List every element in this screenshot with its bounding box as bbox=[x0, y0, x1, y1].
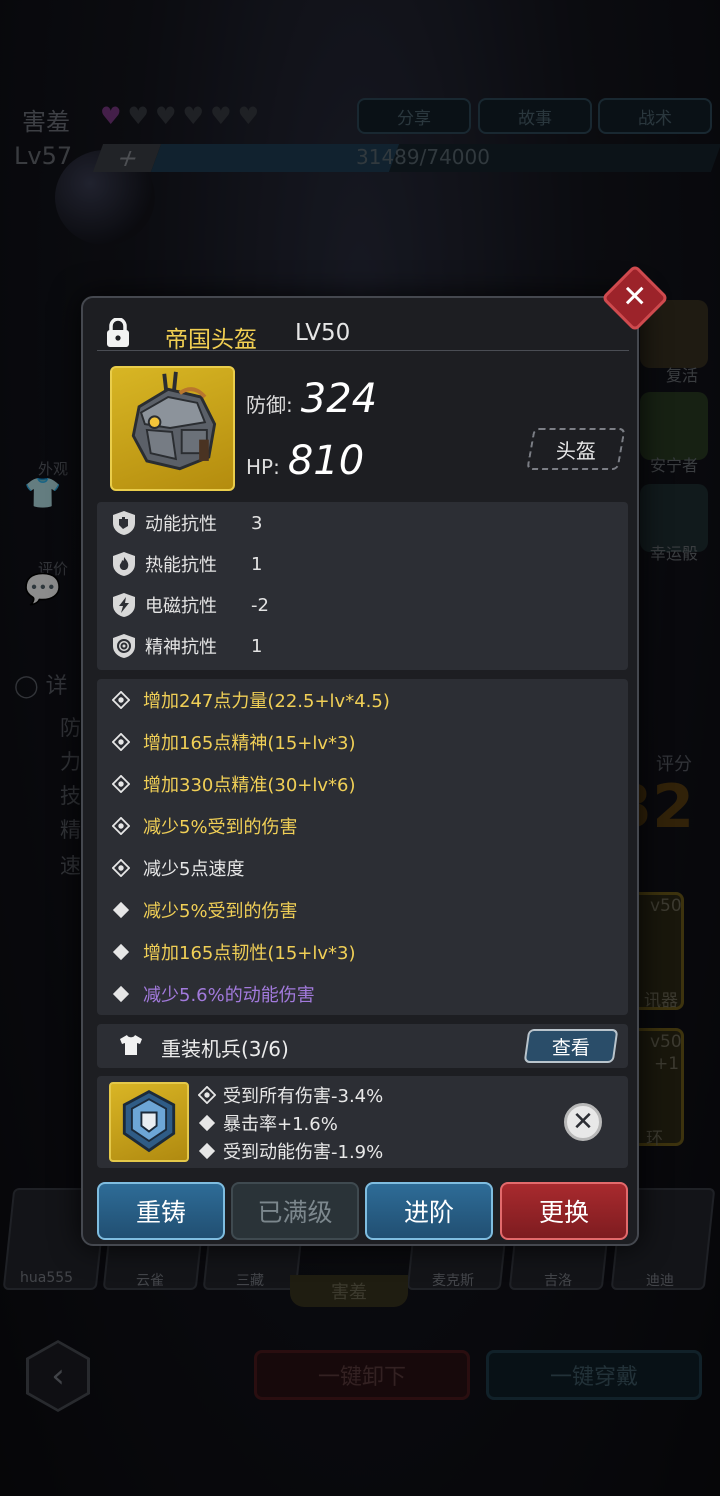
attribute-row: 增加165点韧性(15+lv*3) bbox=[111, 939, 356, 965]
attribute-row: 减少5%受到的伤害 bbox=[111, 897, 298, 923]
lightning-shield-icon bbox=[113, 593, 135, 617]
resistance-label: 动能抗性 bbox=[145, 514, 217, 535]
diamond-link-icon bbox=[111, 690, 131, 710]
attribute-text: 减少5点速度 bbox=[143, 859, 245, 880]
divider bbox=[97, 350, 629, 351]
shirt-icon bbox=[120, 1035, 142, 1055]
attribute-text: 增加330点精准(30+lv*6) bbox=[143, 775, 356, 796]
diamond-link-icon bbox=[111, 774, 131, 794]
gem-effect-text: 暴击率+1.6% bbox=[223, 1114, 338, 1135]
equipment-set-bar: 重装机兵(3/6) 查看 bbox=[97, 1024, 628, 1068]
resistance-label: 电磁抗性 bbox=[145, 596, 217, 617]
attribute-text: 增加165点精神(15+lv*3) bbox=[143, 733, 356, 754]
gem-effect-row: 暴击率+1.6% bbox=[197, 1110, 338, 1136]
gem-effect-text: 受到动能伤害-1.9% bbox=[223, 1142, 384, 1163]
resistance-label: 精神抗性 bbox=[145, 637, 217, 658]
resistance-value: 3 bbox=[251, 512, 263, 534]
hp-label: HP: bbox=[246, 455, 280, 479]
attribute-row: 增加165点精神(15+lv*3) bbox=[111, 729, 356, 755]
attribute-text: 增加165点韧性(15+lv*3) bbox=[143, 943, 356, 964]
item-name: 帝国头盔 bbox=[165, 327, 257, 353]
attribute-row: 增加247点力量(22.5+lv*4.5) bbox=[111, 687, 390, 713]
diamond-icon bbox=[197, 1141, 217, 1161]
diamond-icon bbox=[111, 984, 131, 1004]
max-level-button: 已满级 bbox=[231, 1182, 359, 1240]
fist-shield-icon bbox=[113, 511, 135, 535]
chip-gem-image[interactable] bbox=[109, 1082, 189, 1162]
view-set-label: 查看 bbox=[551, 1036, 590, 1059]
gem-effect-text: 受到所有伤害-3.4% bbox=[223, 1086, 384, 1107]
diamond-icon bbox=[111, 942, 131, 962]
hp-value: 810 bbox=[287, 438, 365, 484]
helmet-image bbox=[110, 366, 235, 491]
resistance-row: 精神抗性 1 bbox=[111, 633, 262, 659]
lock-icon[interactable] bbox=[105, 318, 131, 348]
defense-value: 324 bbox=[300, 376, 378, 422]
attribute-text: 减少5%受到的伤害 bbox=[143, 901, 298, 922]
advance-button[interactable]: 进阶 bbox=[365, 1182, 493, 1240]
attribute-panel: 增加247点力量(22.5+lv*4.5) 增加165点精神(15+lv*3) … bbox=[97, 679, 628, 1015]
diamond-link-icon bbox=[111, 858, 131, 878]
gem-effect-row: 受到动能伤害-1.9% bbox=[197, 1138, 383, 1164]
attribute-row: 减少5点速度 bbox=[111, 855, 244, 881]
resistance-value: 1 bbox=[251, 553, 263, 575]
attribute-text: 减少5.6%的动能伤害 bbox=[143, 985, 315, 1006]
attribute-row: 减少5%受到的伤害 bbox=[111, 813, 298, 839]
remove-gem-button[interactable]: ✕ bbox=[564, 1103, 602, 1141]
hp-stat: HP: 810 bbox=[246, 438, 364, 484]
attribute-text: 减少5%受到的伤害 bbox=[143, 817, 298, 838]
resistance-row: 动能抗性 3 bbox=[111, 510, 262, 536]
diamond-link-icon bbox=[111, 732, 131, 752]
defense-stat: 防御: 324 bbox=[246, 376, 377, 422]
resistance-label: 热能抗性 bbox=[145, 555, 217, 576]
slot-type-label: 头盔 bbox=[556, 438, 596, 463]
item-detail-modal: 帝国头盔 LV50 防御: 324 HP: 810 头盔 动能抗性 3 热能抗性… bbox=[81, 296, 639, 1246]
spiral-shield-icon bbox=[113, 634, 135, 658]
recast-button[interactable]: 重铸 bbox=[97, 1182, 225, 1240]
defense-label: 防御: bbox=[246, 393, 293, 417]
gem-effect-row: 受到所有伤害-3.4% bbox=[197, 1082, 383, 1108]
resistance-value: -2 bbox=[251, 594, 269, 616]
replace-button[interactable]: 更换 bbox=[500, 1182, 628, 1240]
diamond-icon bbox=[197, 1113, 217, 1133]
resistance-row: 热能抗性 1 bbox=[111, 551, 262, 577]
close-icon: ✕ bbox=[622, 279, 648, 315]
resistance-value: 1 bbox=[251, 635, 263, 657]
attribute-row: 增加330点精准(30+lv*6) bbox=[111, 771, 356, 797]
item-level: LV50 bbox=[295, 320, 351, 346]
diamond-link-icon bbox=[111, 816, 131, 836]
diamond-icon bbox=[111, 900, 131, 920]
gem-panel: 受到所有伤害-3.4% 暴击率+1.6% 受到动能伤害-1.9% ✕ bbox=[97, 1076, 628, 1168]
close-icon: ✕ bbox=[572, 1107, 594, 1137]
attribute-row: 减少5.6%的动能伤害 bbox=[111, 981, 315, 1007]
resistance-row: 电磁抗性 -2 bbox=[111, 592, 269, 618]
set-name: 重装机兵(3/6) bbox=[161, 1037, 289, 1061]
diamond-link-icon bbox=[197, 1085, 217, 1105]
slot-type-tag: 头盔 bbox=[526, 428, 626, 470]
attribute-text: 增加247点力量(22.5+lv*4.5) bbox=[143, 691, 390, 712]
view-set-button[interactable]: 查看 bbox=[523, 1029, 619, 1063]
flame-shield-icon bbox=[113, 552, 135, 576]
resistance-panel: 动能抗性 3 热能抗性 1 电磁抗性 -2 精神抗性 1 bbox=[97, 502, 628, 670]
